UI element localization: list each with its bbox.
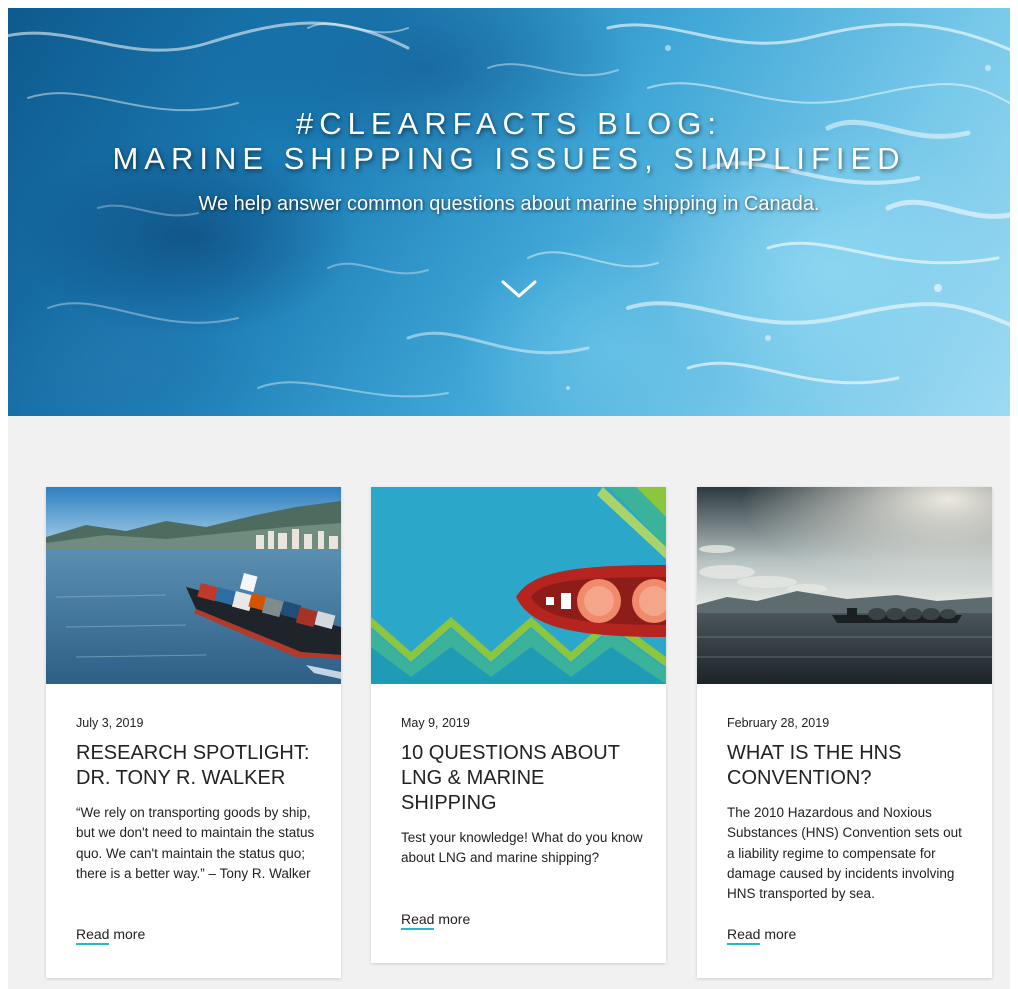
card-body: July 3, 2019 RESEARCH SPOTLIGHT: DR. TON…: [76, 716, 319, 884]
blog-card[interactable]: July 3, 2019 RESEARCH SPOTLIGHT: DR. TON…: [46, 487, 341, 978]
lng-tanker-image[interactable]: [371, 487, 666, 684]
read-more-word[interactable]: more: [438, 911, 470, 927]
hero-title-line-1: #CLEARFACTS BLOG:: [296, 106, 722, 141]
card-excerpt: The 2010 Hazardous and Noxious Substance…: [727, 805, 962, 902]
card-date: July 3, 2019: [76, 716, 144, 730]
card-title[interactable]: WHAT IS THE HNS CONVENTION?: [727, 741, 970, 791]
tanker-at-sea-image[interactable]: [697, 487, 992, 684]
read-more-word[interactable]: Read: [76, 926, 110, 945]
chevron-down-icon[interactable]: [501, 276, 537, 300]
hero-banner: #CLEARFACTS BLOG: MARINE SHIPPING ISSUES…: [8, 8, 1010, 416]
blog-page: #CLEARFACTS BLOG: MARINE SHIPPING ISSUES…: [8, 8, 1010, 989]
read-more-word[interactable]: more: [764, 926, 796, 942]
card-date: May 9, 2019: [401, 716, 470, 730]
read-more-link[interactable]: Read more: [727, 926, 796, 945]
card-excerpt: “We rely on transporting goods by ship, …: [76, 805, 315, 881]
card-body: February 28, 2019 WHAT IS THE HNS CONVEN…: [727, 716, 970, 904]
container-ship-image[interactable]: [46, 487, 341, 684]
read-more-word[interactable]: Read: [401, 911, 435, 930]
card-title[interactable]: RESEARCH SPOTLIGHT: DR. TONY R. WALKER: [76, 741, 319, 791]
blog-card[interactable]: February 28, 2019 WHAT IS THE HNS CONVEN…: [697, 487, 992, 978]
hero-subtitle: We help answer common questions about ma…: [198, 193, 820, 215]
blog-card[interactable]: May 9, 2019 10 QUESTIONS ABOUT LNG & MAR…: [371, 487, 666, 963]
read-more-word[interactable]: more: [113, 926, 145, 942]
card-body: May 9, 2019 10 QUESTIONS ABOUT LNG & MAR…: [401, 716, 644, 869]
read-more-link[interactable]: Read more: [401, 911, 470, 930]
read-more-link[interactable]: Read more: [76, 926, 145, 945]
card-title[interactable]: 10 QUESTIONS ABOUT LNG & MARINE SHIPPING: [401, 741, 644, 816]
read-more-word[interactable]: Read: [727, 926, 761, 945]
card-date: February 28, 2019: [727, 716, 830, 730]
hero-title-line-2: MARINE SHIPPING ISSUES, SIMPLIFIED: [112, 141, 906, 176]
card-excerpt: Test your knowledge! What do you know ab…: [401, 830, 643, 866]
